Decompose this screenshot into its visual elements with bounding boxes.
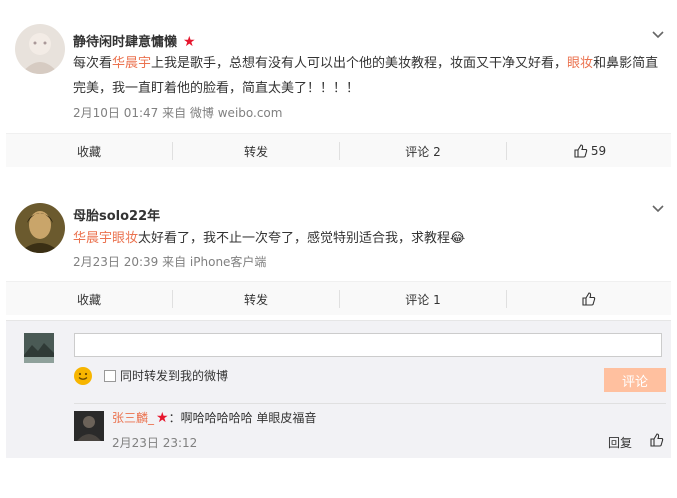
laughing-emoji-icon: 😂 xyxy=(450,231,466,246)
comment-button[interactable]: 评论 2 xyxy=(340,134,506,168)
comment-input[interactable] xyxy=(74,333,662,357)
post-meta: 2月23日 20:39 来自 iPhone客户端 xyxy=(73,255,267,269)
submit-comment-button[interactable]: 评论 xyxy=(604,368,666,392)
reply-time: 2月23日 23:12 xyxy=(112,436,198,450)
avatar[interactable] xyxy=(15,24,65,74)
divider xyxy=(74,403,666,404)
mention-link[interactable]: 华晨宇 xyxy=(112,56,151,71)
like-button[interactable]: 59 xyxy=(507,134,673,168)
collect-button[interactable]: 收藏 xyxy=(6,134,172,168)
avatar[interactable] xyxy=(74,411,104,441)
star-icon: ★ xyxy=(156,410,169,426)
comment-panel: 同时转发到我的微博 评论 张三麟_ ★：啊哈哈哈哈哈 单眼皮福音 2月23日 23… xyxy=(6,320,671,458)
forward-button[interactable]: 转发 xyxy=(173,282,339,316)
thumbs-up-icon xyxy=(574,144,588,158)
reply-item: 张三麟_ ★：啊哈哈哈哈哈 单眼皮福音 xyxy=(112,409,316,426)
comment-button[interactable]: 评论 1 xyxy=(340,282,506,316)
chevron-down-icon[interactable] xyxy=(650,201,666,217)
my-avatar[interactable] xyxy=(24,333,54,363)
collect-button[interactable]: 收藏 xyxy=(6,282,172,316)
thumbs-up-icon xyxy=(581,292,595,306)
reply-text: ：啊哈哈哈哈哈 单眼皮福音 xyxy=(168,411,317,425)
post-content: 华晨宇眼妆太好看了，我不止一次夸了，感觉特别适合我，求教程😂 xyxy=(73,231,466,246)
smiley-icon[interactable] xyxy=(74,367,92,385)
like-button[interactable] xyxy=(507,282,673,316)
chevron-down-icon[interactable] xyxy=(650,27,666,43)
username[interactable]: 母胎solo22年 xyxy=(73,205,160,224)
reply-username[interactable]: 张三麟_ xyxy=(112,411,154,425)
post-2: 母胎solo22年 华晨宇眼妆太好看了，我不止一次夸了，感觉特别适合我，求教程😂… xyxy=(0,190,677,290)
action-bar: 收藏 转发 评论 2 59 xyxy=(6,133,671,167)
forward-checkbox[interactable] xyxy=(104,370,116,382)
forward-checkbox-label[interactable]: 同时转发到我的微博 xyxy=(120,367,228,384)
username[interactable]: 静待闲时肆意慵懒 ★ xyxy=(73,31,196,50)
thumbs-up-icon xyxy=(650,433,664,447)
avatar[interactable] xyxy=(15,203,65,253)
forward-button[interactable]: 转发 xyxy=(173,134,339,168)
topic-link[interactable]: 华晨宇眼妆 xyxy=(73,231,138,246)
reply-button[interactable]: 回复 xyxy=(608,434,632,451)
topic-link[interactable]: 眼妆 xyxy=(567,56,593,71)
action-bar: 收藏 转发 评论 1 xyxy=(6,281,671,315)
star-icon: ★ xyxy=(183,34,196,50)
post-content: 每次看华晨宇上我是歌手，总想有没有人可以出个他的美妆教程，妆面又干净又好看，眼妆… xyxy=(73,56,659,96)
post-meta: 2月10日 01:47 来自 微博 weibo.com xyxy=(73,106,283,120)
like-button[interactable] xyxy=(650,432,664,451)
